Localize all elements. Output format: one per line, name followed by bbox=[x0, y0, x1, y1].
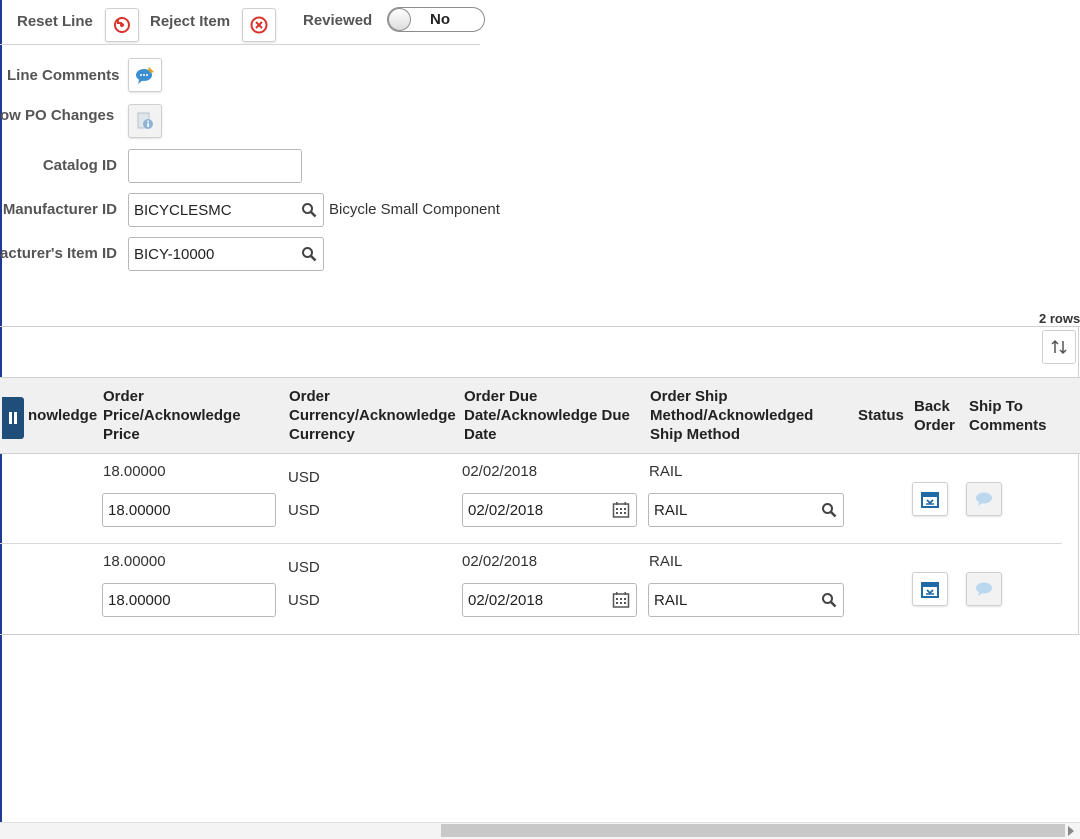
grid-right-border bbox=[1078, 326, 1079, 635]
pause-icon bbox=[9, 412, 17, 424]
back-order-button[interactable] bbox=[912, 482, 948, 516]
search-icon[interactable] bbox=[821, 502, 837, 518]
row-separator bbox=[0, 543, 1062, 544]
manufacturer-item-id-input[interactable]: BICY-10000 bbox=[128, 237, 324, 271]
col-header-back-order: Back Order bbox=[914, 398, 955, 434]
comment-icon bbox=[976, 582, 992, 596]
ack-ship-method-value: RAIL bbox=[654, 502, 688, 519]
sort-button[interactable] bbox=[1042, 330, 1076, 364]
ack-ship-method-input[interactable]: RAIL bbox=[648, 583, 844, 617]
order-currency: USD bbox=[288, 559, 320, 576]
sort-arrows-icon bbox=[1051, 339, 1067, 355]
order-due-date: 02/02/2018 bbox=[462, 553, 538, 570]
reviewed-toggle[interactable]: No bbox=[387, 7, 485, 32]
toolbar-divider bbox=[0, 44, 480, 45]
scroll-right-arrow-icon[interactable] bbox=[1068, 826, 1074, 836]
manufacturer-item-id-value: BICY-10000 bbox=[134, 246, 215, 263]
back-order-calendar-icon bbox=[921, 492, 939, 508]
search-icon[interactable] bbox=[301, 202, 317, 218]
show-po-changes-label: ow PO Changes bbox=[0, 107, 115, 124]
order-currency: USD bbox=[288, 469, 320, 486]
show-po-changes-button[interactable] bbox=[128, 104, 162, 138]
manufacturer-id-label: Manufacturer ID bbox=[2, 201, 117, 218]
ship-to-comments-button[interactable] bbox=[966, 482, 1002, 516]
line-comments-label: Line Comments bbox=[7, 67, 120, 84]
ack-due-date-value: 02/02/2018 bbox=[468, 592, 544, 609]
back-order-button[interactable] bbox=[912, 572, 948, 606]
order-ship-method: RAIL bbox=[649, 463, 683, 480]
col-header-status: Status bbox=[858, 407, 904, 424]
toggle-knob bbox=[388, 8, 411, 31]
col-header-currency: Order Currency/Acknowledge Currency bbox=[289, 388, 456, 443]
calendar-icon[interactable] bbox=[612, 591, 630, 609]
catalog-id-input[interactable] bbox=[128, 149, 302, 183]
ack-due-date-value: 02/02/2018 bbox=[468, 502, 544, 519]
order-price: 18.00000 bbox=[103, 553, 166, 570]
ack-price-input[interactable]: 18.00000 bbox=[102, 493, 276, 527]
reset-icon bbox=[114, 17, 130, 33]
order-price: 18.00000 bbox=[103, 463, 166, 480]
comment-edit-icon bbox=[136, 67, 154, 84]
reject-item-button[interactable] bbox=[242, 8, 276, 42]
ack-ship-method-value: RAIL bbox=[654, 592, 688, 609]
freeze-columns-handle[interactable] bbox=[2, 397, 24, 439]
document-info-icon bbox=[137, 112, 153, 129]
search-icon[interactable] bbox=[301, 246, 317, 262]
row-count: 2 rows bbox=[1039, 311, 1080, 326]
calendar-icon[interactable] bbox=[612, 501, 630, 519]
order-ship-method: RAIL bbox=[649, 553, 683, 570]
ship-to-comments-button[interactable] bbox=[966, 572, 1002, 606]
ack-currency: USD bbox=[288, 592, 320, 609]
reset-line-label: Reset Line bbox=[17, 13, 93, 30]
line-comments-button[interactable] bbox=[128, 58, 162, 92]
ack-due-date-input[interactable]: 02/02/2018 bbox=[462, 583, 637, 617]
col-header-acknowledge: nowledge bbox=[28, 407, 98, 424]
reject-item-label: Reject Item bbox=[150, 13, 231, 30]
manufacturer-id-value: BICYCLESMC bbox=[134, 202, 232, 219]
order-due-date: 02/02/2018 bbox=[462, 463, 538, 480]
col-header-ship-to-comments: Ship To Comments bbox=[969, 398, 1047, 434]
reviewed-toggle-value: No bbox=[430, 11, 450, 28]
search-icon[interactable] bbox=[821, 592, 837, 608]
col-header-price: Order Price/Acknowledge Price bbox=[103, 388, 241, 443]
col-header-due-date: Order Due Date/Acknowledge Due Date bbox=[464, 388, 630, 443]
ack-currency: USD bbox=[288, 502, 320, 519]
comment-icon bbox=[976, 492, 992, 506]
col-header-ship-method: Order Ship Method/Acknowledged Ship Method bbox=[650, 388, 814, 443]
back-order-calendar-icon bbox=[921, 582, 939, 598]
manufacturer-item-id-label: acturer's Item ID bbox=[0, 245, 117, 262]
reviewed-label: Reviewed bbox=[303, 12, 373, 29]
catalog-id-label: Catalog ID bbox=[42, 157, 117, 174]
scrollbar-thumb[interactable] bbox=[441, 824, 1065, 837]
reject-x-icon bbox=[250, 16, 268, 34]
manufacturer-description: Bicycle Small Component bbox=[329, 201, 500, 218]
reset-line-button[interactable] bbox=[105, 8, 139, 42]
ack-price-input[interactable]: 18.00000 bbox=[102, 583, 276, 617]
ack-ship-method-input[interactable]: RAIL bbox=[648, 493, 844, 527]
ack-due-date-input[interactable]: 02/02/2018 bbox=[462, 493, 637, 527]
manufacturer-id-input[interactable]: BICYCLESMC bbox=[128, 193, 324, 227]
